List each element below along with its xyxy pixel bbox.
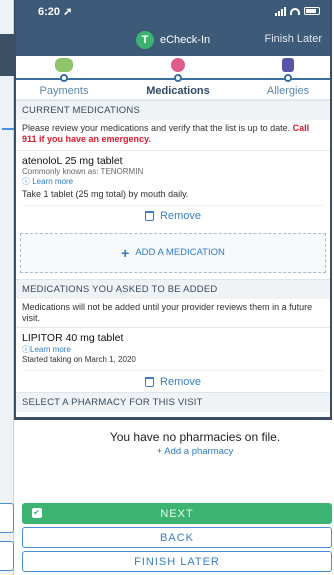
checkmark-icon: ✔ [32, 508, 42, 518]
remove-label: Remove [160, 210, 201, 222]
requested-medication-card: LIPITOR 40 mg tablet ⓘLearn more Started… [16, 327, 330, 392]
background-panel [0, 0, 14, 575]
medication-name: LIPITOR 40 mg tablet [22, 332, 124, 344]
plus-icon: + [121, 244, 130, 261]
step-medications[interactable]: Medications [128, 58, 228, 97]
back-button[interactable]: BACK [22, 527, 332, 548]
app-header: T eCheck-In Finish Later [16, 22, 330, 56]
wifi-icon [290, 7, 300, 15]
step-dot [174, 74, 182, 82]
progress-steps: Payments Medications Allergies [16, 56, 330, 100]
pills-icon [171, 58, 185, 72]
no-pharmacy-message: You have no pharmacies on file. [109, 430, 281, 444]
step-label: Medications [146, 85, 210, 97]
medication-known-as: Commonly known as: TENORMIN [22, 166, 144, 176]
step-label: Payments [39, 85, 89, 97]
next-button[interactable]: ✔ NEXT [22, 503, 332, 524]
background-band [0, 34, 14, 76]
signal-icon [275, 6, 286, 16]
step-dot [284, 74, 292, 82]
status-time: 6:20 ➚ [38, 5, 73, 18]
next-label: NEXT [160, 507, 194, 520]
remove-requested-button[interactable]: Remove [22, 370, 324, 392]
battery-icon [304, 7, 320, 15]
payments-icon [55, 58, 73, 72]
status-bar: 6:20 ➚ [16, 0, 330, 22]
add-pharmacy-link[interactable]: + Add a pharmacy [60, 446, 330, 457]
trash-icon [145, 211, 155, 221]
step-label: Allergies [266, 85, 310, 97]
app-brand: T eCheck-In [136, 31, 210, 49]
background-button-edge [0, 503, 14, 533]
learn-more-link[interactable]: ⓘLearn more [22, 344, 324, 355]
medication-started: Started taking on March 1, 2020 [22, 355, 136, 364]
medication-card: atenoloL 25 mg tablet Commonly known as:… [16, 149, 330, 227]
add-medication-label: ADD A MEDICATION [135, 247, 225, 258]
back-label: BACK [160, 531, 194, 544]
learn-more-link[interactable]: ⓘ Learn more [22, 176, 324, 187]
remove-medication-button[interactable]: Remove [22, 204, 324, 227]
requested-note: Medications will not be added until your… [22, 301, 313, 323]
background-underline [2, 128, 14, 130]
echeckin-modal: 6:20 ➚ T eCheck-In Finish Later Payments… [14, 0, 332, 420]
pharmacy-header: SELECT A PHARMACY FOR THIS VISIT [16, 392, 330, 412]
medication-instructions: Take 1 tablet (25 mg total) by mouth dai… [22, 188, 189, 199]
add-medication-button[interactable]: + ADD A MEDICATION [20, 232, 326, 273]
step-payments[interactable]: Payments [16, 58, 114, 97]
finish-later-link[interactable]: Finish Later [265, 33, 322, 45]
intro-text: Please review your medications and verif… [22, 123, 293, 133]
finish-later-button[interactable]: FINISH LATER [22, 551, 332, 572]
user-avatar: T [136, 31, 154, 49]
medication-name: atenoloL 25 mg tablet [22, 154, 123, 167]
background-button-edge [0, 541, 14, 571]
app-title: eCheck-In [160, 34, 211, 46]
step-allergies[interactable]: Allergies [238, 58, 330, 97]
trash-icon [145, 376, 155, 387]
step-dot [60, 74, 68, 82]
finish-later-label: FINISH LATER [134, 555, 220, 568]
medications-intro: Please review your medications and verif… [16, 120, 330, 150]
allergies-icon [282, 58, 294, 72]
status-icons [275, 6, 320, 16]
requested-medications-header: MEDICATIONS YOU ASKED TO BE ADDED [16, 278, 330, 299]
remove-label: Remove [160, 375, 201, 388]
current-medications-header: CURRENT MEDICATIONS [16, 100, 330, 120]
